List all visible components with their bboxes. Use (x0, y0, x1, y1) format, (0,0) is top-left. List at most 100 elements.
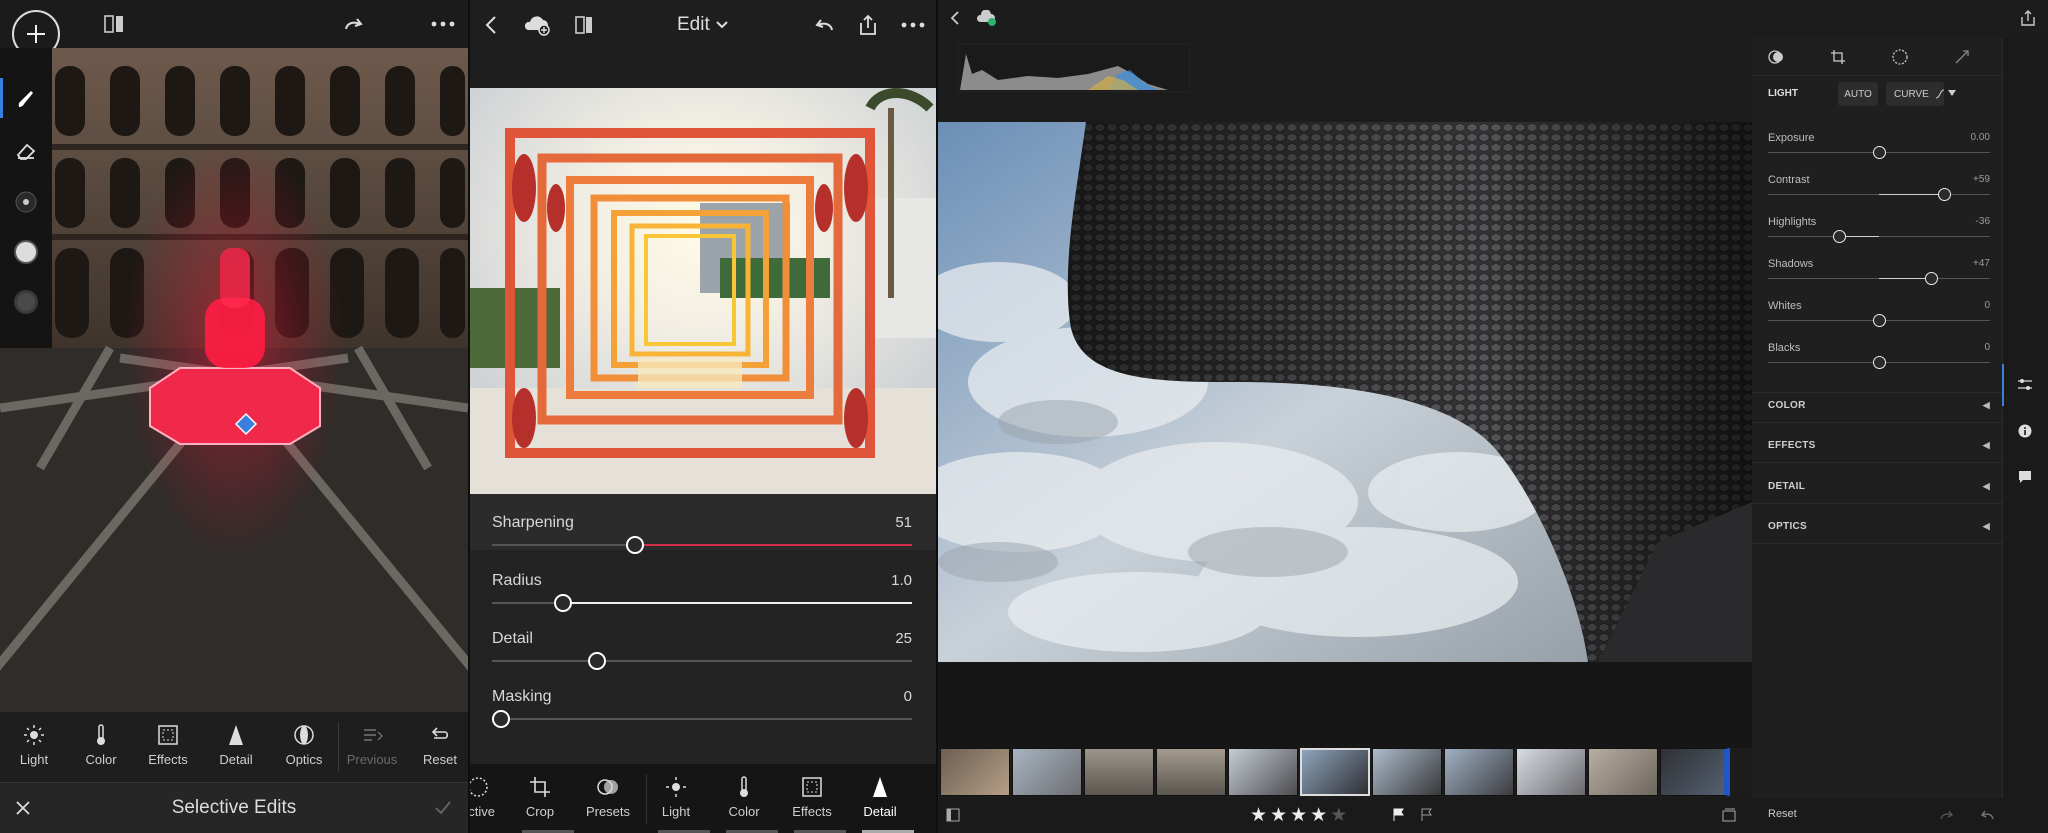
undo-icon[interactable] (1978, 806, 1996, 824)
detail-sliders: Sharpening 51 Radius 1.0 Detail 25 Maski… (470, 494, 936, 764)
redo-icon[interactable] (340, 12, 368, 36)
more-icon[interactable] (428, 12, 458, 36)
tab-label: Reset (423, 752, 457, 767)
filmstrip-thumb[interactable] (940, 748, 1010, 796)
frames-photo[interactable] (470, 88, 936, 494)
courtyard-photo[interactable] (0, 48, 468, 712)
versions-icon[interactable] (1720, 806, 1738, 824)
undo-icon[interactable] (810, 12, 838, 38)
shadows-slider[interactable]: Shadows +47 (1768, 258, 1990, 300)
tab-effects[interactable]: Effects (136, 722, 200, 767)
tab-label: Previous (346, 752, 398, 767)
sharpening-slider[interactable]: Sharpening 51 (492, 514, 912, 572)
filmstrip-thumb[interactable] (1372, 748, 1442, 796)
whites-slider[interactable]: Whites 0 (1768, 300, 1990, 342)
triangle-icon (229, 725, 243, 745)
share-icon[interactable] (854, 12, 882, 38)
blacks-slider[interactable]: Blacks 0 (1768, 342, 1990, 384)
presets-icon[interactable] (1766, 48, 1786, 66)
reset-button[interactable]: Reset (1768, 808, 1797, 820)
comment-icon[interactable] (2015, 468, 2035, 486)
selective-icon[interactable] (1952, 48, 1972, 66)
filmstrip-thumb[interactable] (1228, 748, 1298, 796)
masking-slider[interactable]: Masking 0 (492, 688, 912, 746)
slider-knob[interactable] (625, 536, 644, 554)
tab-optics[interactable]: O (916, 774, 936, 819)
curve-button[interactable]: CURVE (1886, 82, 1944, 106)
tab-label: ective (470, 804, 495, 819)
filmstrip-thumb[interactable] (1012, 748, 1082, 796)
filmstrip-thumb[interactable] (1156, 748, 1226, 796)
tab-light[interactable]: Light (2, 722, 66, 767)
more-icon[interactable] (898, 12, 928, 38)
filmstrip-thumb[interactable] (1084, 748, 1154, 796)
tab-previous[interactable]: Previous (340, 722, 404, 767)
slider-knob[interactable] (492, 710, 510, 728)
star-icon[interactable]: ★ (1310, 805, 1330, 826)
highlights-slider[interactable]: Highlights -36 (1768, 216, 1990, 258)
brush-icon[interactable] (10, 86, 42, 114)
section-color[interactable]: COLOR ◀ (1768, 400, 1990, 411)
flag-pick-icon[interactable] (1390, 806, 1408, 824)
slider-knob[interactable] (1872, 314, 1886, 327)
healing-icon[interactable] (1890, 48, 1910, 66)
filmstrip-thumb[interactable] (1588, 748, 1658, 796)
brush-flow-icon[interactable] (10, 288, 42, 316)
compare-icon[interactable] (100, 12, 128, 36)
star-icon[interactable]: ★ (1270, 805, 1290, 826)
museum-photo[interactable] (938, 122, 1752, 662)
tab-detail[interactable]: Detail (204, 722, 268, 767)
slider-knob[interactable] (1832, 230, 1846, 243)
filmstrip-thumb[interactable] (1444, 748, 1514, 796)
slider-knob[interactable] (1872, 356, 1886, 369)
crop-icon[interactable] (1828, 48, 1848, 66)
detail-slider[interactable]: Detail 25 (492, 630, 912, 688)
slider-knob[interactable] (1924, 272, 1938, 285)
info-icon[interactable] (2015, 422, 2035, 440)
star-rating[interactable]: ★★★★★ (1250, 804, 1370, 826)
tab-color[interactable]: Color (712, 774, 776, 819)
tab-color[interactable]: Color (69, 722, 133, 767)
caret-left-icon: ◀ (1982, 440, 1990, 450)
tab-detail[interactable]: Detail (848, 774, 912, 819)
star-icon[interactable]: ★ (1250, 805, 1270, 826)
panel-toggle-icon[interactable] (944, 806, 962, 824)
radius-slider[interactable]: Radius 1.0 (492, 572, 912, 630)
edit-sliders-icon[interactable] (2015, 376, 2035, 394)
filmstrip-thumb[interactable] (1660, 748, 1730, 796)
tab-optics[interactable]: Optics (272, 722, 336, 767)
checkmark-icon[interactable] (432, 797, 454, 819)
filmstrip-thumb[interactable] (1516, 748, 1586, 796)
tab-reset[interactable]: Reset (408, 722, 468, 767)
slider-label: Shadows (1768, 258, 1814, 270)
eraser-icon[interactable] (10, 136, 42, 164)
brush-size-icon[interactable] (10, 188, 42, 216)
star-icon[interactable]: ★ (1290, 805, 1310, 826)
tab-crop[interactable]: Crop (508, 774, 572, 819)
tab-effects[interactable]: Effects (780, 774, 844, 819)
exposure-slider[interactable]: Exposure 0.00 (1768, 132, 1990, 174)
brush-feather-icon[interactable] (10, 238, 42, 266)
section-detail[interactable]: DETAIL ◀ (1768, 481, 1990, 492)
section-optics[interactable]: OPTICS ◀ (1768, 521, 1990, 532)
slider-knob[interactable] (1937, 188, 1951, 201)
slider-knob[interactable] (588, 652, 606, 670)
slider-knob[interactable] (554, 594, 573, 612)
flag-reject-icon[interactable] (1418, 806, 1436, 824)
slider-knob[interactable] (1872, 146, 1886, 159)
auto-button[interactable]: AUTO (1838, 82, 1878, 106)
share-icon[interactable] (2018, 8, 2038, 28)
triangle-icon (873, 777, 887, 797)
edit-sidebar: LIGHT AUTO CURVE Exposure 0.00 Contrast … (1752, 38, 2002, 798)
redo-icon[interactable] (1938, 806, 1956, 824)
chevron-down-icon (715, 20, 729, 30)
contrast-slider[interactable]: Contrast +59 (1768, 174, 1990, 216)
tab-light[interactable]: Light (644, 774, 708, 819)
tab-presets[interactable]: Presets (576, 774, 640, 819)
star-icon[interactable]: ★ (1330, 805, 1350, 826)
tab-selective[interactable]: ective (470, 774, 510, 819)
back-icon[interactable] (946, 8, 964, 28)
section-effects[interactable]: EFFECTS ◀ (1768, 440, 1990, 451)
chevron-down-icon[interactable] (1946, 86, 1958, 100)
filmstrip-thumb-selected[interactable] (1300, 748, 1370, 796)
